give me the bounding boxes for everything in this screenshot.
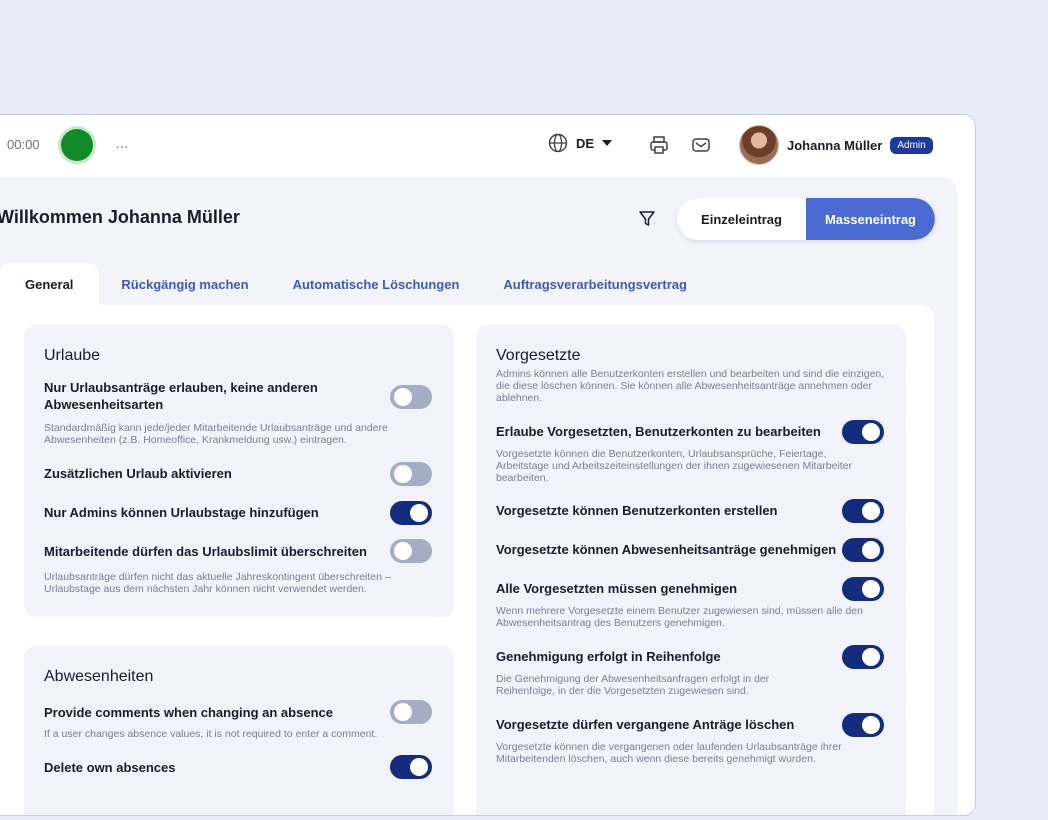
tab-dpa[interactable]: Auftragsverarbeitungsvertrag	[481, 263, 709, 305]
setting-title: Genehmigung erfolgt in Reihenfolge	[496, 649, 721, 664]
tab-auto-deletions[interactable]: Automatische Löschungen	[271, 263, 482, 305]
single-entry-button[interactable]: Einzeleintrag	[677, 198, 806, 240]
setting-desc: Vorgesetzte können die Benutzerkonten, U…	[496, 448, 853, 484]
toggle-all-must-approve[interactable]	[842, 577, 884, 601]
card-title: Abwesenheiten	[44, 668, 154, 685]
mail-icon[interactable]	[690, 134, 712, 156]
language-selector[interactable]: DE	[548, 133, 613, 153]
globe-icon	[548, 133, 568, 153]
entry-mode-switch: Einzeleintrag Masseneintrag	[677, 198, 935, 240]
toggle-approval-order[interactable]	[842, 645, 884, 669]
card-title: Urlaube	[44, 347, 101, 364]
user-menu[interactable]: Johanna Müller Admin	[739, 125, 933, 165]
bulk-entry-button[interactable]: Masseneintrag	[806, 198, 935, 240]
toggle-managers-approve[interactable]	[842, 538, 884, 562]
role-badge: Admin	[890, 136, 933, 154]
setting-title: Nur Admins können Urlaubstage hinzufügen	[44, 505, 319, 520]
setting-desc: Urlaubsanträge dürfen nicht das aktuelle…	[44, 571, 391, 595]
record-button[interactable]	[61, 129, 93, 161]
setting-title: Mitarbeitende dürfen das Urlaubslimit üb…	[44, 544, 367, 559]
setting-title: Vorgesetzte können Benutzerkonten erstel…	[496, 503, 778, 518]
setting-title: Erlaube Vorgesetzten, Benutzerkonten zu …	[496, 424, 821, 439]
timer: 00:00	[7, 137, 40, 152]
toggle-comment-on-change[interactable]	[390, 700, 432, 724]
card-urlaube: Urlaube Nur Urlaubsanträge erlauben, kei…	[24, 325, 454, 617]
card-abwesenheiten: Abwesenheiten Provide comments when chan…	[24, 646, 454, 815]
setting-title: Delete own absences	[44, 760, 176, 775]
toggle-extra-vacation[interactable]	[390, 462, 432, 486]
toggle-delete-past-requests[interactable]	[842, 713, 884, 737]
setting-desc: If a user changes absence values, it is …	[44, 728, 378, 740]
print-icon[interactable]	[648, 134, 670, 156]
avatar	[739, 125, 779, 165]
toggle-admin-only-days[interactable]	[390, 501, 432, 525]
tab-undo[interactable]: Rückgängig machen	[99, 263, 270, 305]
app-window: 00:00 … DE Johanna Müller Admin Willkomm…	[0, 114, 976, 816]
settings-tabs: General Rückgängig machen Automatische L…	[0, 263, 709, 305]
setting-title: Alle Vorgesetzten müssen genehmigen	[496, 581, 738, 596]
chevron-down-icon	[602, 140, 613, 146]
setting-desc: Die Genehmigung der Abwesenheitsanfragen…	[496, 673, 770, 697]
card-title: Vorgesetzte	[496, 347, 581, 364]
setting-title: Zusätzlichen Urlaub aktivieren	[44, 466, 232, 481]
setting-title: Vorgesetzte dürfen vergangene Anträge lö…	[496, 717, 795, 732]
toggle-managers-edit-accounts[interactable]	[842, 420, 884, 444]
toggle-managers-create-accounts[interactable]	[842, 499, 884, 523]
main-content: Willkommen Johanna Müller Einzeleintrag …	[0, 177, 957, 815]
toggle-exceed-limit[interactable]	[390, 539, 432, 563]
setting-title: Vorgesetzte können Abwesenheitsanträge g…	[496, 542, 837, 557]
setting-title: Provide comments when changing an absenc…	[44, 705, 333, 720]
more-icon[interactable]: …	[115, 135, 130, 151]
toggle-delete-own[interactable]	[390, 755, 432, 779]
card-vorgesetzte: Vorgesetzte Admins können alle Benutzerk…	[476, 325, 906, 815]
card-intro: Admins können alle Benutzerkonten erstel…	[496, 368, 885, 404]
user-name: Johanna Müller	[787, 137, 883, 153]
setting-desc: Vorgesetzte können die vergangenen oder …	[496, 741, 842, 765]
toggle-only-vacation[interactable]	[390, 385, 432, 409]
language-label: DE	[576, 135, 595, 151]
setting-title: Nur Urlaubsanträge erlauben, keine ander…	[44, 380, 318, 412]
filter-icon[interactable]	[638, 210, 656, 228]
setting-desc: Wenn mehrere Vorgesetzte einem Benutzer …	[496, 605, 863, 629]
page-title: Willkommen Johanna Müller	[0, 207, 240, 227]
tab-panel-general: Urlaube Nur Urlaubsanträge erlauben, kei…	[0, 305, 934, 815]
tab-general[interactable]: General	[0, 263, 100, 305]
setting-desc: Standardmäßig kann jede/jeder Mitarbeite…	[44, 422, 388, 446]
